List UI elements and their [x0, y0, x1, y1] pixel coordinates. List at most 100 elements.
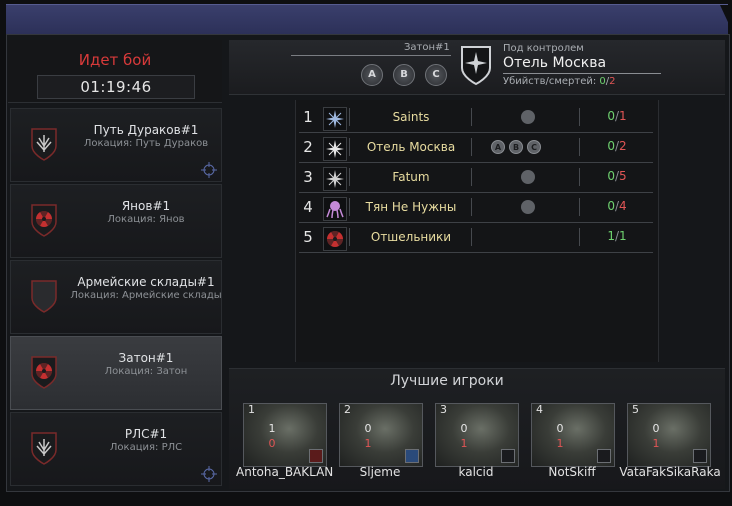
- clan-name: Отшельники: [370, 230, 452, 244]
- deaths-count: 4: [619, 199, 627, 213]
- divider: [471, 168, 472, 186]
- kills-count: 0: [607, 169, 615, 183]
- location-item-put-durakov[interactable]: Путь Дураков#1 Локация: Путь Дураков: [10, 108, 222, 182]
- deaths-count: 5: [619, 169, 627, 183]
- control-point-b: B: [509, 140, 523, 154]
- clan-rank: 2: [303, 138, 313, 156]
- divider: [579, 198, 580, 216]
- kills-deaths: 0/2: [607, 139, 627, 153]
- table-row[interactable]: 4 Тян Не Нужны 0/4: [299, 194, 653, 223]
- player-card[interactable]: 2 0 1: [339, 403, 423, 467]
- location-item-yanov[interactable]: Янов#1 Локация: Янов: [10, 184, 222, 258]
- player-card[interactable]: 4 0 1: [531, 403, 615, 467]
- compass-star-icon: [323, 137, 347, 161]
- star-badge-icon: [501, 449, 515, 463]
- divider: [579, 138, 580, 156]
- divider: [349, 108, 350, 126]
- player-deaths: 1: [556, 437, 564, 450]
- window-titlebar[interactable]: [6, 4, 732, 35]
- kills-deaths: 0/5: [607, 169, 627, 183]
- crosshair-icon: [201, 162, 217, 178]
- captured-points: [481, 228, 581, 248]
- player-rank: 4: [536, 403, 543, 416]
- clan-name: Тян Не Нужны: [365, 200, 457, 214]
- control-point-c: C: [527, 140, 541, 154]
- kills-count: 0: [599, 76, 606, 87]
- kills-count: 1: [607, 229, 615, 243]
- location-name: Армейские склады#1: [77, 275, 215, 289]
- clan-name: Fatum: [392, 170, 430, 184]
- location-name: РЛС#1: [124, 427, 168, 441]
- deaths-count: 1: [619, 229, 627, 243]
- divider: [291, 55, 451, 56]
- clan-name: Отель Москва: [366, 140, 456, 154]
- player-name: VataFakSikaRaka: [619, 465, 721, 479]
- player-name: Sljeme: [359, 465, 401, 479]
- player-kills: 0: [652, 422, 660, 435]
- kills-deaths: 1/1: [607, 229, 627, 243]
- kills-deaths: 0/1: [607, 109, 627, 123]
- control-point-a: A: [361, 64, 383, 86]
- star-badge-icon: [597, 449, 611, 463]
- captured-points: [481, 168, 581, 188]
- table-row[interactable]: 5 Отшельники 1/1: [299, 224, 653, 253]
- player-deaths: 1: [364, 437, 372, 450]
- table-row[interactable]: 1 Saints 0/1: [299, 104, 653, 133]
- location-item-zaton[interactable]: Затон#1 Локация: Затон: [10, 336, 222, 410]
- battle-header: Идет бой 01:19:46: [8, 40, 222, 103]
- best-players-title: Лучшие игроки: [390, 373, 504, 389]
- divider: [471, 138, 472, 156]
- octopus-icon: [323, 197, 347, 221]
- deaths-count: 2: [609, 76, 616, 87]
- captured-points: [481, 198, 581, 218]
- location-sublabel: Локация: Затон: [104, 366, 188, 377]
- player-kills: 0: [364, 422, 372, 435]
- location-item-army-warehouses[interactable]: Армейские склады#1 Локация: Армейские ск…: [10, 260, 222, 334]
- radiation-badge-icon: [309, 449, 323, 463]
- radiation-emblem-icon: [31, 356, 57, 389]
- wings-emblem-icon: [31, 128, 57, 161]
- captured-points: A B C: [481, 138, 581, 158]
- table-row[interactable]: 2 Отель Москва A B C 0/2: [299, 134, 653, 163]
- wings-emblem-icon: [31, 432, 57, 465]
- kills-count: 0: [607, 139, 615, 153]
- location-sublabel: Локация: Армейские склады: [70, 290, 222, 301]
- flag-icon: [521, 200, 535, 214]
- kd-label: Убийств/смертей:: [503, 76, 597, 87]
- kills-deaths: 0/4: [607, 199, 627, 213]
- clan-rank: 3: [303, 168, 313, 186]
- kills-count: 0: [607, 109, 615, 123]
- captured-points: [481, 108, 581, 128]
- kills-count: 0: [607, 199, 615, 213]
- star-badge-icon: [405, 449, 419, 463]
- location-sublabel: Локация: РЛС: [109, 442, 183, 453]
- player-card[interactable]: 3 0 1: [435, 403, 519, 467]
- divider: [349, 138, 350, 156]
- controlling-clan: Отель Москва: [503, 55, 607, 71]
- kills-deaths: Убийств/смертей: 0/2: [503, 76, 616, 87]
- control-point-c: C: [425, 64, 447, 86]
- clan-rank: 4: [303, 198, 313, 216]
- location-name: Янов#1: [121, 199, 171, 213]
- deaths-count: 1: [619, 109, 627, 123]
- player-card[interactable]: 5 0 1: [627, 403, 711, 467]
- player-deaths: 0: [268, 437, 276, 450]
- divider: [349, 228, 350, 246]
- control-point-a: A: [491, 140, 505, 154]
- crosshair-icon: [201, 466, 217, 482]
- star-badge-icon: [693, 449, 707, 463]
- table-row[interactable]: 3 Fatum 0/5: [299, 164, 653, 193]
- divider: [503, 73, 661, 74]
- player-card[interactable]: 1 1 0: [243, 403, 327, 467]
- divider: [579, 108, 580, 126]
- player-name: Antoha_BAKLAN: [236, 465, 334, 479]
- clan-rank: 5: [303, 228, 313, 246]
- player-rank: 2: [344, 403, 351, 416]
- radiation-emblem-icon: [31, 204, 57, 237]
- location-item-rls[interactable]: РЛС#1 Локация: РЛС: [10, 412, 222, 486]
- clan-table: 1 Saints 0/1 2 Отель Москва A B C 0/2 3 …: [295, 100, 659, 362]
- control-point-b: B: [393, 64, 415, 86]
- divider: [349, 168, 350, 186]
- battle-details-panel: Затон#1 A B C Под контролем Отель Москва…: [229, 40, 725, 489]
- best-players-panel: Лучшие игроки 1 1 0 Antoha_BAKLAN 2 0 1 …: [229, 368, 725, 489]
